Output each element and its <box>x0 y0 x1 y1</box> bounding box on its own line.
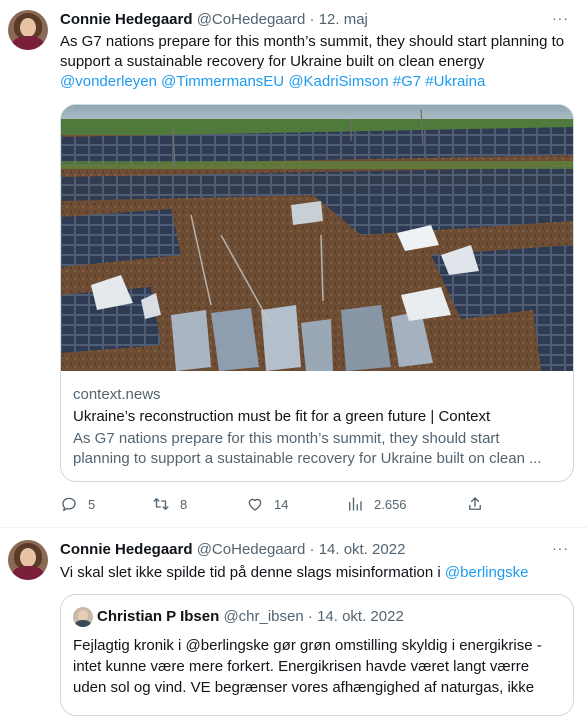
tweet-text: Vi skal slet ikke spilde tid på denne sl… <box>60 563 570 583</box>
quote-avatar <box>73 607 93 627</box>
reply-icon <box>62 497 76 512</box>
mention-link[interactable]: @KadriSimson <box>288 73 388 90</box>
retweet-count: 8 <box>180 496 188 512</box>
mention-link[interactable]: @berlingske <box>445 564 529 581</box>
card-domain: context.news <box>73 386 161 403</box>
tweet-body: Vi skal slet ikke spilde tid på denne sl… <box>60 564 441 581</box>
like-button[interactable]: 14 <box>246 495 288 513</box>
card-description: As G7 nations prepare for this month’s s… <box>73 429 561 469</box>
separator: · <box>307 608 313 625</box>
reply-button[interactable]: 5 <box>60 495 95 513</box>
tweet-header: Connie Hedegaard @CoHedegaard · 14. okt.… <box>60 540 405 560</box>
author-name[interactable]: Connie Hedegaard <box>60 11 193 28</box>
separator: · <box>309 11 315 28</box>
quoted-tweet[interactable]: Christian P Ibsen @chr_ibsen · 14. okt. … <box>60 594 574 716</box>
tweet-text: As G7 nations prepare for this month’s s… <box>60 32 570 92</box>
views-count: 2.656 <box>374 496 407 512</box>
quote-line: intet kunne være mere forkert. Energikri… <box>73 658 530 675</box>
author-handle[interactable]: @CoHedegaard <box>197 11 306 28</box>
tweet-body: As G7 nations prepare for this month’s s… <box>60 33 565 70</box>
author-handle[interactable]: @CoHedegaard <box>197 541 306 558</box>
tweet[interactable]: Connie Hedegaard @CoHedegaard · 12. maj … <box>0 0 587 527</box>
mention-link[interactable]: @TimmermansEU <box>161 73 284 90</box>
quote-date: 14. okt. 2022 <box>317 608 404 625</box>
retweet-button[interactable]: 8 <box>152 495 187 513</box>
avatar[interactable] <box>8 10 48 50</box>
card-description-line: planning to support a sustainable recove… <box>73 450 542 467</box>
quote-line: Fejlagtig kronik i @berlingske gør grøn … <box>73 637 542 654</box>
tweet-date[interactable]: 14. okt. 2022 <box>319 541 406 558</box>
tweet-date[interactable]: 12. maj <box>319 11 368 28</box>
tweet-actions: 5 8 14 2.656 <box>60 495 500 515</box>
like-icon <box>248 498 262 511</box>
quote-author-name: Christian P Ibsen <box>97 608 220 625</box>
author-name[interactable]: Connie Hedegaard <box>60 541 193 558</box>
more-icon[interactable]: ··· <box>552 10 569 26</box>
mention-link[interactable]: @vonderleyen <box>60 73 157 90</box>
share-icon <box>469 497 481 510</box>
card-body: context.news Ukraine’s reconstruction mu… <box>61 371 573 481</box>
avatar[interactable] <box>8 540 48 580</box>
views-button[interactable]: 2.656 <box>346 495 407 513</box>
solar-field-image <box>61 105 573 371</box>
like-count: 14 <box>274 496 289 512</box>
hashtag-link[interactable]: #G7 <box>393 73 421 90</box>
card-title[interactable]: Ukraine’s reconstruction must be fit for… <box>73 407 561 427</box>
link-card[interactable]: context.news Ukraine’s reconstruction mu… <box>60 104 574 482</box>
retweet-icon <box>153 498 169 510</box>
share-button[interactable] <box>466 495 494 513</box>
more-icon[interactable]: ··· <box>552 540 569 556</box>
hashtag-link[interactable]: #Ukraina <box>425 73 485 90</box>
separator: · <box>309 541 315 558</box>
reply-count: 5 <box>88 496 96 512</box>
quote-text: Fejlagtig kronik i @berlingske gør grøn … <box>73 635 561 698</box>
quote-header: Christian P Ibsen @chr_ibsen · 14. okt. … <box>97 607 404 627</box>
views-icon <box>349 497 362 511</box>
quote-author-handle: @chr_ibsen <box>223 608 304 625</box>
tweet-header: Connie Hedegaard @CoHedegaard · 12. maj <box>60 10 368 30</box>
card-description-line: As G7 nations prepare for this month’s s… <box>73 430 500 447</box>
tweet[interactable]: Connie Hedegaard @CoHedegaard · 14. okt.… <box>0 528 587 716</box>
